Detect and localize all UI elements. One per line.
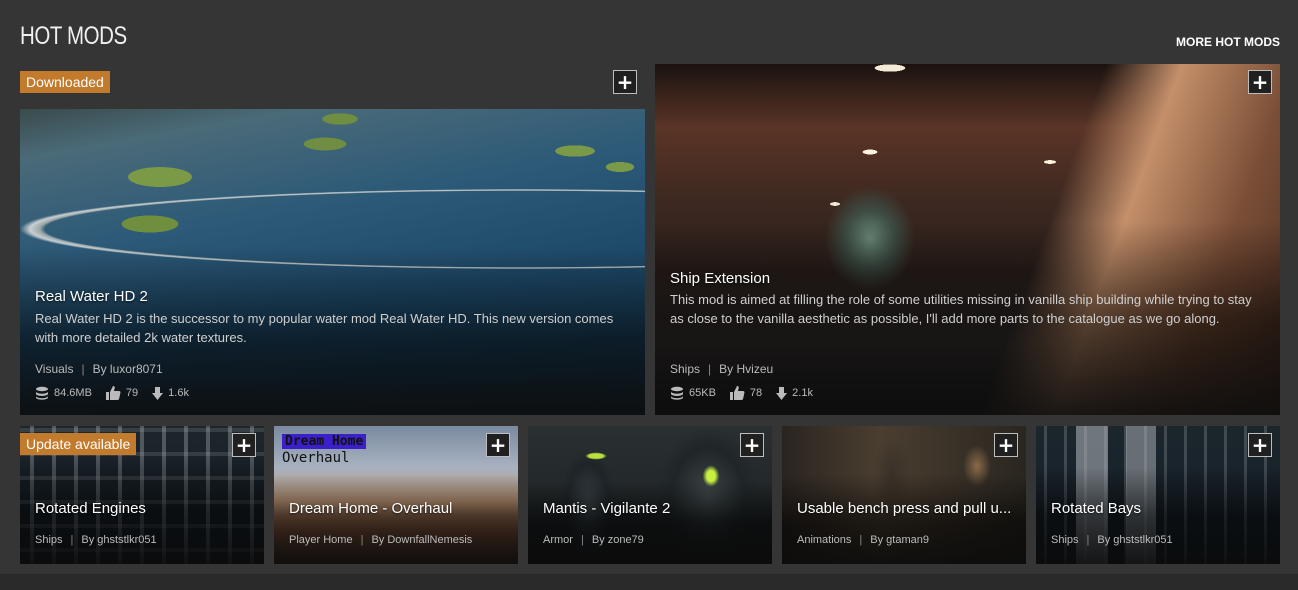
meta-separator: | <box>859 534 863 546</box>
mod-card-ship-extension[interactable]: + Ship Extension This mod is aimed at fi… <box>655 64 1280 415</box>
plus-icon: + <box>743 433 761 457</box>
mod-title[interactable]: Rotated Bays <box>1051 500 1268 517</box>
database-icon <box>36 386 48 400</box>
mod-author[interactable]: By ghststlkr051 <box>81 534 156 546</box>
plus-icon: + <box>997 433 1015 457</box>
section-title: HOT MODS <box>20 22 127 50</box>
mod-meta: Armor | By zone79 <box>543 534 644 546</box>
mod-meta: Player Home | By DownfallNemesis <box>289 534 472 546</box>
mod-title[interactable]: Ship Extension <box>670 270 770 287</box>
thumbs-up-icon <box>729 386 745 400</box>
add-to-collection-button[interactable]: + <box>740 433 764 457</box>
meta-separator: | <box>1086 534 1090 546</box>
meta-separator: | <box>360 534 364 546</box>
mod-card-real-water-hd-2[interactable]: Downloaded + Real Water HD 2 Real Water … <box>20 64 645 415</box>
meta-separator: | <box>70 534 74 546</box>
meta-separator: | <box>580 534 584 546</box>
plus-icon: + <box>616 70 634 94</box>
mod-category[interactable]: Ships <box>670 362 700 376</box>
add-to-collection-button[interactable]: + <box>486 433 510 457</box>
download-arrow-icon <box>776 386 788 400</box>
mod-category[interactable]: Player Home <box>289 534 353 546</box>
mod-size: 84.6MB <box>54 387 92 399</box>
mod-title[interactable]: Real Water HD 2 <box>35 288 148 305</box>
update-available-badge: Update available <box>20 433 137 455</box>
add-to-collection-button[interactable]: + <box>1248 70 1272 94</box>
plus-icon: + <box>489 433 507 457</box>
mod-author[interactable]: By Hvizeu <box>719 362 773 376</box>
database-icon <box>671 386 683 400</box>
art-text-line1: Dream Home <box>282 434 367 449</box>
download-arrow-icon <box>152 386 164 400</box>
download-count: 2.1k <box>792 387 813 399</box>
add-to-collection-button[interactable]: + <box>994 433 1018 457</box>
mod-size: 65KB <box>689 387 716 399</box>
mod-title[interactable]: Dream Home - Overhaul <box>289 500 506 517</box>
mod-card-rotated-engines[interactable]: Update available + Rotated Engines Ships… <box>20 426 264 564</box>
mod-meta: Ships | By ghststlkr051 <box>35 534 157 546</box>
add-to-collection-button[interactable]: + <box>613 70 637 94</box>
mod-author[interactable]: By gtaman9 <box>870 534 929 546</box>
mod-title[interactable]: Usable bench press and pull u... <box>797 500 1014 517</box>
mod-category[interactable]: Ships <box>35 534 63 546</box>
mod-category[interactable]: Armor <box>543 534 573 546</box>
mod-stats: 65KB 78 2.1k <box>670 386 823 400</box>
downloaded-badge: Downloaded <box>20 71 110 93</box>
mod-author[interactable]: By luxor8071 <box>93 362 163 376</box>
mod-author[interactable]: By ghststlkr051 <box>1097 534 1172 546</box>
mod-author[interactable]: By DownfallNemesis <box>371 534 472 546</box>
mod-title[interactable]: Rotated Engines <box>35 500 252 517</box>
add-to-collection-button[interactable]: + <box>1248 433 1272 457</box>
mod-card-usable-bench-press[interactable]: + Usable bench press and pull u... Anima… <box>782 426 1026 564</box>
plus-icon: + <box>1251 433 1269 457</box>
mod-card-mantis-vigilante-2[interactable]: + Mantis - Vigilante 2 Armor | By zone79 <box>528 426 772 564</box>
meta-separator: | <box>708 362 712 376</box>
meta-separator: | <box>81 362 85 376</box>
mod-meta: Animations | By gtaman9 <box>797 534 929 546</box>
mod-category[interactable]: Ships <box>1051 534 1079 546</box>
mod-card-dream-home-overhaul[interactable]: Dream Home Overhaul + Dream Home - Overh… <box>274 426 518 564</box>
more-hot-mods-link[interactable]: MORE HOT MODS <box>1176 35 1280 49</box>
mod-description: Real Water HD 2 is the successor to my p… <box>35 311 614 345</box>
mod-card-rotated-bays[interactable]: + Rotated Bays Ships | By ghststlkr051 <box>1036 426 1280 564</box>
add-to-collection-button[interactable]: + <box>232 433 256 457</box>
bottom-divider <box>0 574 1298 590</box>
plus-icon: + <box>235 433 253 457</box>
mod-title[interactable]: Mantis - Vigilante 2 <box>543 500 760 517</box>
mod-stats: 84.6MB 79 1.6k <box>35 386 199 400</box>
endorsement-count: 78 <box>749 387 763 399</box>
plus-icon: + <box>1251 70 1269 94</box>
mod-category[interactable]: Animations <box>797 534 851 546</box>
endorsement-count: 79 <box>125 387 139 399</box>
download-count: 1.6k <box>168 387 189 399</box>
mod-meta: Visuals | By luxor8071 <box>35 362 163 376</box>
art-text-line2: Overhaul <box>282 450 350 466</box>
mod-description: This mod is aimed at filling the role of… <box>670 292 1252 326</box>
thumbs-up-icon <box>105 386 121 400</box>
mod-meta: Ships | By ghststlkr051 <box>1051 534 1173 546</box>
mod-author[interactable]: By zone79 <box>592 534 644 546</box>
mod-meta: Ships | By Hvizeu <box>670 362 773 376</box>
mod-category[interactable]: Visuals <box>35 362 73 376</box>
